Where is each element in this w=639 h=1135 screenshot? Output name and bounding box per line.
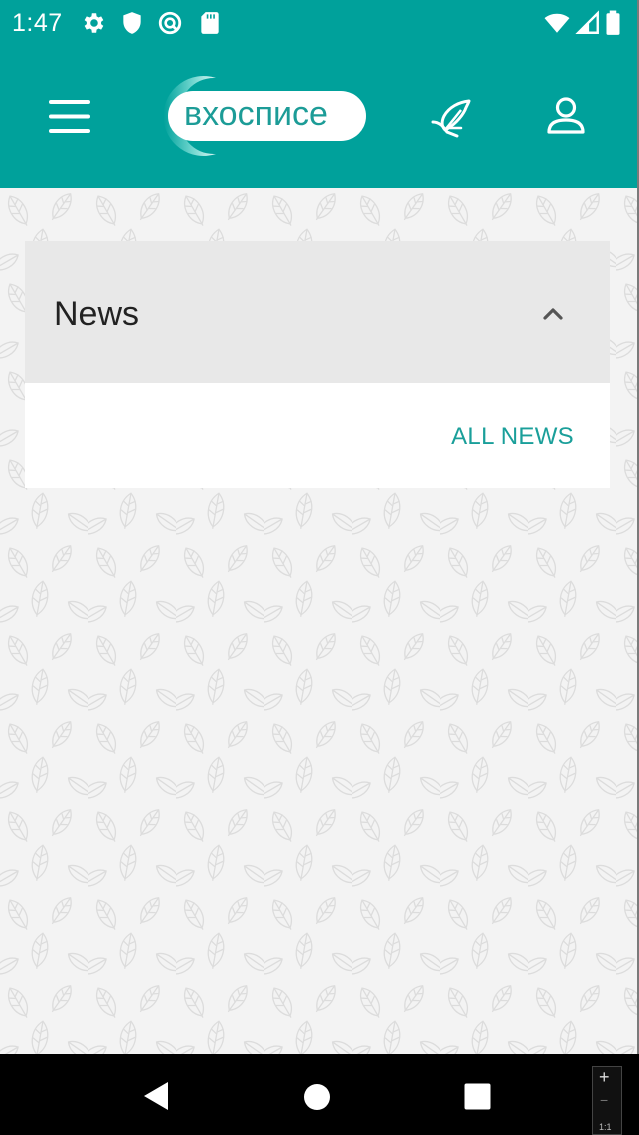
zoom-ratio-label: 1:1 bbox=[599, 1122, 612, 1132]
news-card: News ALL NEWS bbox=[25, 241, 610, 488]
app-toolbar: вхосписе bbox=[0, 50, 637, 188]
recents-button[interactable] bbox=[464, 1083, 491, 1110]
logo-text: вхосписе bbox=[184, 95, 328, 133]
sdcard-icon bbox=[201, 12, 219, 34]
brand-logo[interactable]: вхосписе bbox=[154, 74, 368, 158]
back-button[interactable] bbox=[143, 1081, 169, 1111]
shield-icon bbox=[123, 12, 141, 34]
content-area: News ALL NEWS bbox=[0, 188, 637, 1054]
system-nav-bar bbox=[0, 1054, 639, 1133]
status-bar: 1:47 bbox=[0, 0, 639, 50]
zoom-out-button[interactable]: − bbox=[600, 1092, 608, 1108]
leaf-hand-icon[interactable] bbox=[431, 98, 473, 138]
menu-icon[interactable] bbox=[49, 100, 90, 133]
chevron-up-icon[interactable] bbox=[540, 301, 566, 327]
battery-icon bbox=[606, 10, 620, 35]
news-card-title: News bbox=[54, 295, 140, 333]
home-button[interactable] bbox=[303, 1083, 331, 1111]
zoom-control: + − 1:1 bbox=[592, 1066, 622, 1135]
profile-icon[interactable] bbox=[546, 97, 586, 135]
wifi-icon bbox=[544, 13, 570, 33]
app-screen: 1:47 вхосписе News ALL NEWS + − 1:1 bbox=[0, 0, 639, 1135]
logo-pill: вхосписе bbox=[168, 91, 366, 141]
cell-signal-icon bbox=[575, 10, 599, 34]
status-time: 1:47 bbox=[12, 9, 63, 37]
all-news-link[interactable]: ALL NEWS bbox=[451, 423, 574, 451]
settings-icon bbox=[84, 13, 104, 33]
news-card-body: ALL NEWS bbox=[25, 383, 610, 488]
news-card-header[interactable]: News bbox=[25, 241, 610, 383]
zoom-in-button[interactable]: + bbox=[599, 1067, 610, 1088]
vpn-icon bbox=[158, 11, 182, 35]
